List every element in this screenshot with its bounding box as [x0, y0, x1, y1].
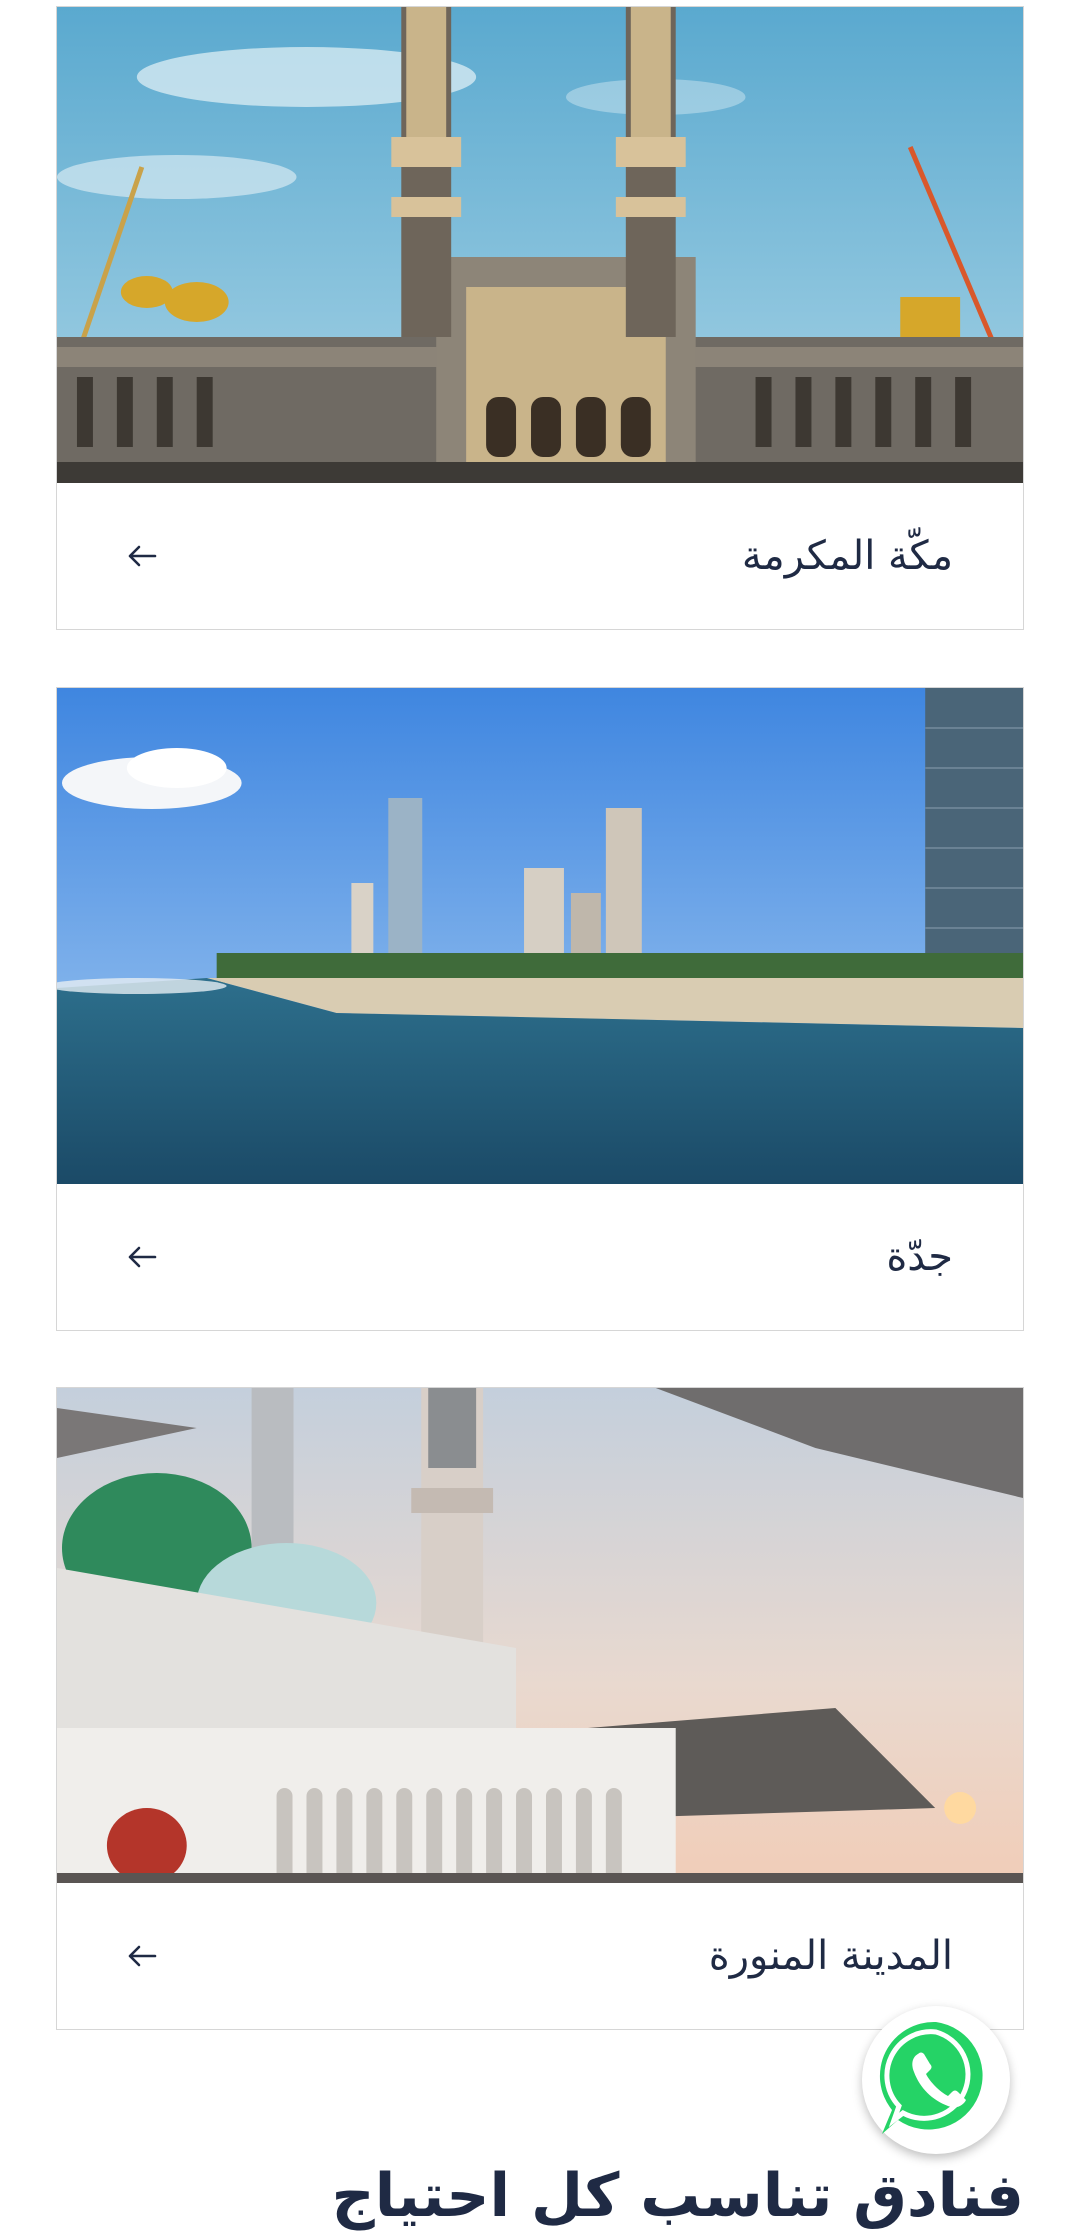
- whatsapp-button[interactable]: [862, 2006, 1010, 2154]
- whatsapp-icon: [870, 2012, 1002, 2148]
- arrow-left-icon[interactable]: [125, 1939, 159, 1973]
- destination-card-jeddah[interactable]: جدّة: [56, 687, 1024, 1331]
- card-footer: المدينة المنورة: [57, 1883, 1023, 2029]
- jeddah-image: [57, 688, 1023, 1184]
- destination-card-madinah[interactable]: المدينة المنورة: [56, 1387, 1024, 2030]
- makkah-image: [57, 7, 1023, 483]
- arrow-left-icon[interactable]: [125, 1240, 159, 1274]
- destination-card-makkah[interactable]: مكّة المكرمة: [56, 6, 1024, 630]
- card-footer: جدّة: [57, 1184, 1023, 1330]
- card-title: المدينة المنورة: [708, 1933, 953, 1979]
- madinah-image: [57, 1388, 1023, 1883]
- section-heading: فنادق تناسب كل احتياج: [331, 2160, 1025, 2231]
- card-footer: مكّة المكرمة: [57, 483, 1023, 629]
- arrow-left-icon[interactable]: [125, 539, 159, 573]
- card-title: جدّة: [886, 1234, 953, 1280]
- card-title: مكّة المكرمة: [741, 533, 953, 579]
